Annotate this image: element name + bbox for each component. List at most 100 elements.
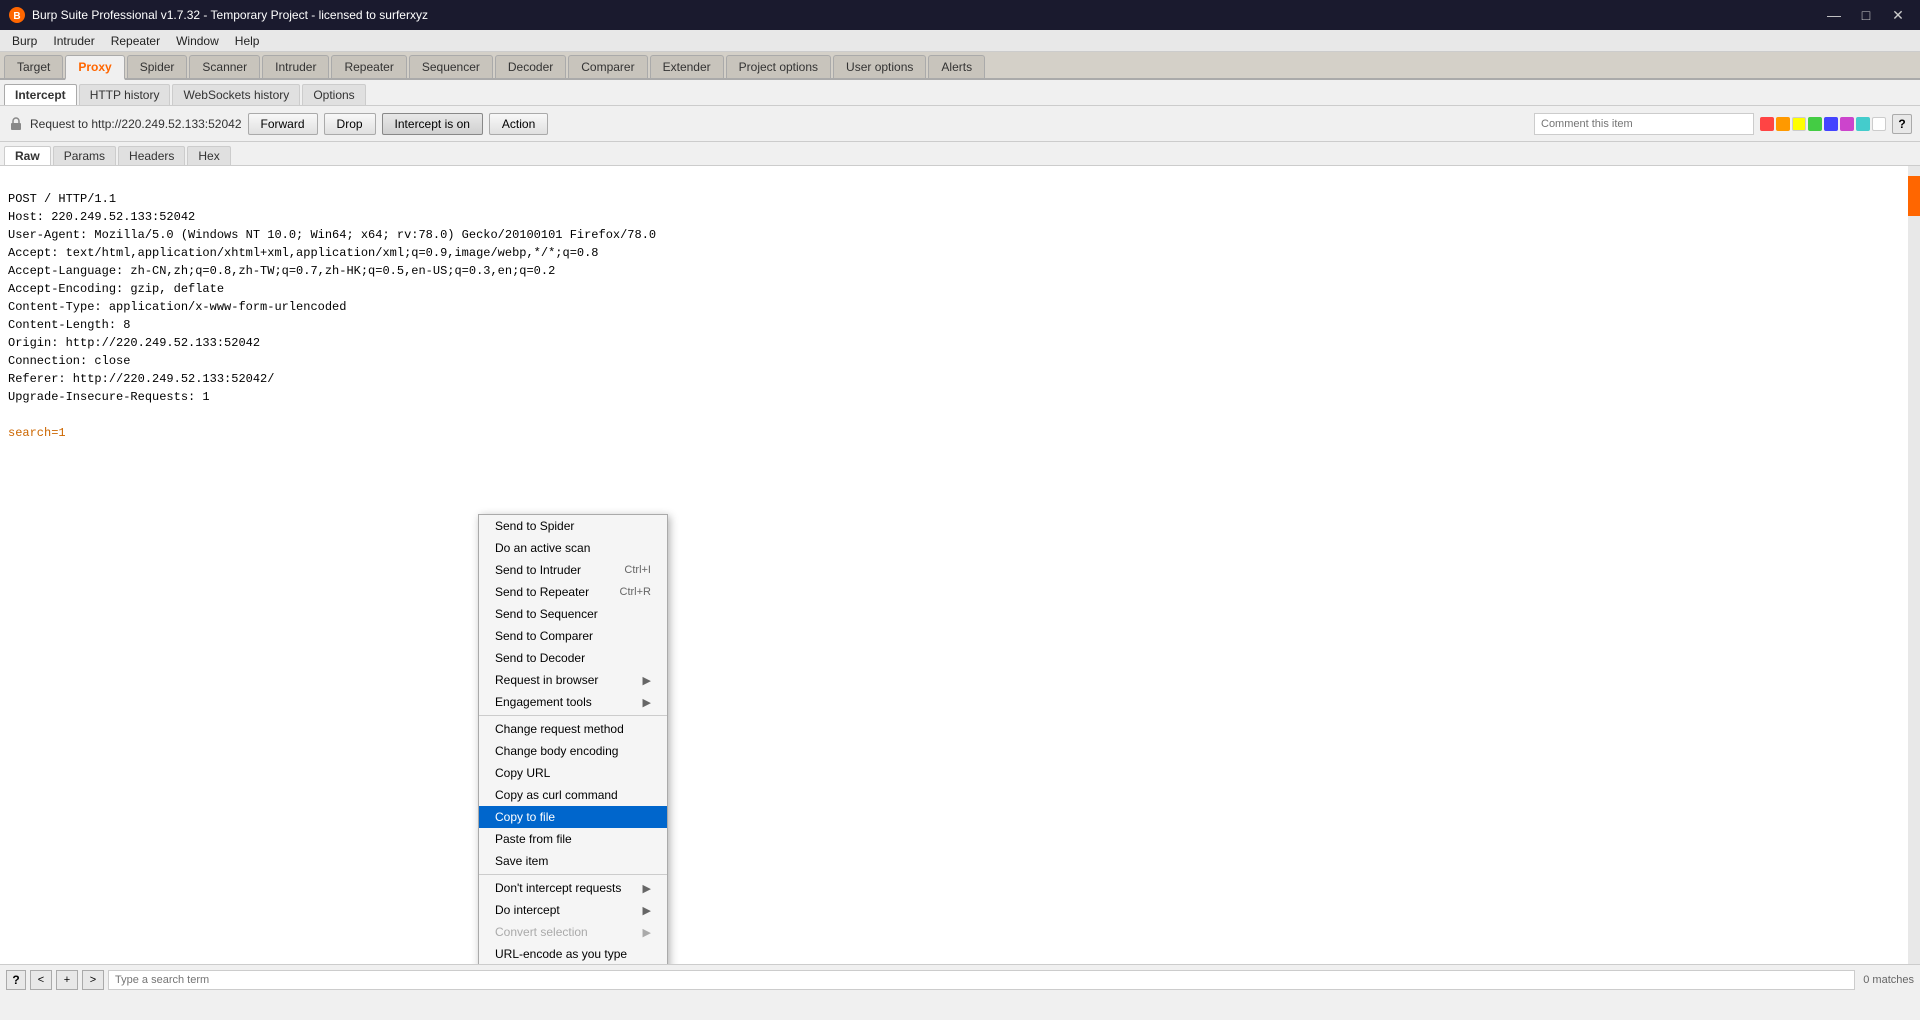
color-yellow[interactable] [1792, 117, 1806, 131]
subtab-websockets-history[interactable]: WebSockets history [172, 84, 300, 105]
tab-proxy[interactable]: Proxy [65, 55, 124, 80]
content-tab-hex[interactable]: Hex [187, 146, 230, 165]
menu-item-burp[interactable]: Burp [4, 32, 45, 50]
action-button[interactable]: Action [489, 113, 548, 135]
content-tab-headers[interactable]: Headers [118, 146, 185, 165]
title-bar-left: B Burp Suite Professional v1.7.32 - Temp… [8, 6, 428, 24]
scroll-thumb[interactable] [1908, 176, 1920, 216]
ctx-send-to-spider[interactable]: Send to Spider [479, 515, 667, 537]
color-white[interactable] [1872, 117, 1886, 131]
comment-field[interactable] [1534, 113, 1754, 135]
close-button[interactable]: ✕ [1884, 5, 1912, 25]
match-count: 0 matches [1863, 974, 1914, 986]
bottom-bar: ? < + > 0 matches [0, 964, 1920, 994]
ctx-send-to-intruder[interactable]: Send to Intruder Ctrl+I [479, 559, 667, 581]
ctx-send-to-comparer[interactable]: Send to Comparer [479, 625, 667, 647]
minimize-button[interactable]: — [1820, 5, 1848, 25]
content-tab-raw[interactable]: Raw [4, 146, 51, 165]
tab-extender[interactable]: Extender [650, 55, 724, 78]
request-label: Request to http://220.249.52.133:52042 [30, 117, 242, 131]
ctx-label-do-intercept: Do intercept [495, 903, 560, 917]
maximize-button[interactable]: □ [1852, 5, 1880, 25]
ctx-convert-selection: Convert selection ▶ [479, 921, 667, 943]
ctx-change-body-encoding[interactable]: Change body encoding [479, 740, 667, 762]
ctx-label-send-to-comparer: Send to Comparer [495, 629, 593, 643]
drop-button[interactable]: Drop [324, 113, 376, 135]
subtab-intercept[interactable]: Intercept [4, 84, 77, 105]
nav-add-button[interactable]: + [56, 970, 78, 990]
connection-header: Connection: close [8, 354, 130, 368]
menu-item-intruder[interactable]: Intruder [45, 32, 102, 50]
ctx-copy-as-curl[interactable]: Copy as curl command [479, 784, 667, 806]
ctx-label-do-active-scan: Do an active scan [495, 541, 590, 555]
intercept-button[interactable]: Intercept is on [382, 113, 483, 135]
ctx-send-to-decoder[interactable]: Send to Decoder [479, 647, 667, 669]
help-bottom-button[interactable]: ? [6, 970, 26, 990]
color-red[interactable] [1760, 117, 1774, 131]
content-area: POST / HTTP/1.1 Host: 220.249.52.133:520… [0, 166, 1920, 964]
ctx-paste-from-file[interactable]: Paste from file [479, 828, 667, 850]
ctx-save-item[interactable]: Save item [479, 850, 667, 872]
burp-color-picker [1760, 117, 1886, 131]
color-orange[interactable] [1776, 117, 1790, 131]
ctx-url-encode-as-you-type[interactable]: URL-encode as you type [479, 943, 667, 964]
ctx-copy-to-file[interactable]: Copy to file [479, 806, 667, 828]
color-green[interactable] [1808, 117, 1822, 131]
tab-spider[interactable]: Spider [127, 55, 188, 78]
title-bar-controls: — □ ✕ [1820, 5, 1912, 25]
ctx-label-engagement-tools: Engagement tools [495, 695, 592, 709]
ctx-arrow-engagement-tools: ▶ [643, 696, 651, 709]
content-tab-params[interactable]: Params [53, 146, 116, 165]
scrollbar[interactable] [1908, 166, 1920, 964]
content-length-header: Content-Length: 8 [8, 318, 130, 332]
ctx-request-in-browser[interactable]: Request in browser ▶ [479, 669, 667, 691]
request-body: search=1 [8, 426, 66, 440]
tab-repeater[interactable]: Repeater [331, 55, 406, 78]
accept-language-header: Accept-Language: zh-CN,zh;q=0.8,zh-TW;q=… [8, 264, 555, 278]
ctx-dont-intercept-requests[interactable]: Don't intercept requests ▶ [479, 877, 667, 899]
svg-text:B: B [13, 11, 20, 22]
tab-scanner[interactable]: Scanner [189, 55, 260, 78]
menu-item-help[interactable]: Help [227, 32, 268, 50]
burp-logo-icon: B [8, 6, 26, 24]
help-button[interactable]: ? [1892, 114, 1912, 134]
ctx-do-active-scan[interactable]: Do an active scan [479, 537, 667, 559]
nav-prev-button[interactable]: < [30, 970, 52, 990]
tab-target[interactable]: Target [4, 55, 63, 78]
request-text[interactable]: POST / HTTP/1.1 Host: 220.249.52.133:520… [0, 166, 1920, 466]
nav-next-button[interactable]: > [82, 970, 104, 990]
menu-item-window[interactable]: Window [168, 32, 227, 50]
content-tabs: Raw Params Headers Hex [0, 142, 1920, 166]
ctx-label-change-body-encoding: Change body encoding [495, 744, 618, 758]
content-type-header: Content-Type: application/x-www-form-url… [8, 300, 346, 314]
tab-intruder[interactable]: Intruder [262, 55, 329, 78]
forward-button[interactable]: Forward [248, 113, 318, 135]
subtab-options[interactable]: Options [302, 84, 365, 105]
color-purple[interactable] [1840, 117, 1854, 131]
ctx-copy-url[interactable]: Copy URL [479, 762, 667, 784]
tab-decoder[interactable]: Decoder [495, 55, 566, 78]
main-content: Intercept HTTP history WebSockets histor… [0, 80, 1920, 994]
tab-sequencer[interactable]: Sequencer [409, 55, 493, 78]
subtab-http-history[interactable]: HTTP history [79, 84, 171, 105]
tab-user-options[interactable]: User options [833, 55, 926, 78]
origin-header: Origin: http://220.249.52.133:52042 [8, 336, 260, 350]
tab-project-options[interactable]: Project options [726, 55, 831, 78]
ctx-change-request-method[interactable]: Change request method [479, 718, 667, 740]
color-cyan[interactable] [1856, 117, 1870, 131]
ctx-send-to-sequencer[interactable]: Send to Sequencer [479, 603, 667, 625]
accept-encoding-header: Accept-Encoding: gzip, deflate [8, 282, 224, 296]
menu-item-repeater[interactable]: Repeater [103, 32, 168, 50]
ctx-send-to-repeater[interactable]: Send to Repeater Ctrl+R [479, 581, 667, 603]
search-input[interactable] [108, 970, 1855, 990]
host-header: Host: 220.249.52.133:52042 [8, 210, 195, 224]
ctx-arrow-do-intercept: ▶ [643, 904, 651, 917]
ctx-engagement-tools[interactable]: Engagement tools ▶ [479, 691, 667, 713]
ctx-arrow-dont-intercept: ▶ [643, 882, 651, 895]
color-blue[interactable] [1824, 117, 1838, 131]
tab-alerts[interactable]: Alerts [928, 55, 985, 78]
ctx-separator-1 [479, 715, 667, 716]
ctx-do-intercept[interactable]: Do intercept ▶ [479, 899, 667, 921]
ctx-separator-2 [479, 874, 667, 875]
tab-comparer[interactable]: Comparer [568, 55, 647, 78]
